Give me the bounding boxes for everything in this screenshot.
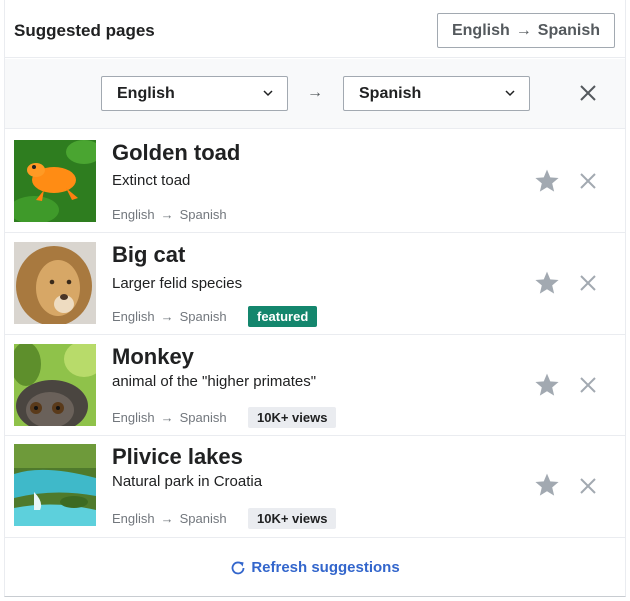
target-language-value: Spanish bbox=[359, 84, 422, 102]
language-pair-button[interactable]: English → Spanish bbox=[437, 13, 615, 48]
suggestion-card-monkey[interactable]: Monkey animal of the "higher primates" E… bbox=[5, 335, 625, 436]
star-icon[interactable] bbox=[534, 168, 560, 194]
source-language-label: English bbox=[112, 207, 155, 222]
language-pair-target: Spanish bbox=[537, 21, 600, 39]
suggestion-card-golden-toad[interactable]: Golden toad Extinct toad English → Spani… bbox=[5, 130, 625, 233]
arrow-icon: → bbox=[160, 309, 174, 324]
close-icon[interactable] bbox=[580, 377, 596, 393]
arrow-icon: → bbox=[515, 21, 532, 39]
suggestion-title: Big cat bbox=[112, 242, 186, 267]
source-language-label: English bbox=[112, 511, 155, 526]
target-language-label: Spanish bbox=[179, 207, 227, 222]
thumbnail-plivice-lakes bbox=[14, 444, 96, 526]
panel-footer: Refresh suggestions bbox=[5, 538, 625, 597]
thumbnail-monkey bbox=[14, 344, 96, 426]
views-badge: 10K+ views bbox=[248, 407, 337, 428]
arrow-icon: → bbox=[160, 511, 174, 526]
suggestion-languages: English → Spanish bbox=[112, 410, 227, 425]
arrow-icon: → bbox=[160, 410, 174, 425]
panel-header: Suggested pages English → Spanish bbox=[5, 0, 625, 58]
close-icon[interactable] bbox=[580, 275, 596, 291]
target-language-label: Spanish bbox=[179, 511, 227, 526]
star-icon[interactable] bbox=[534, 270, 560, 296]
source-language-label: English bbox=[112, 309, 155, 324]
thumbnail-big-cat bbox=[14, 242, 96, 324]
target-language-label: Spanish bbox=[179, 410, 227, 425]
chevron-down-icon bbox=[505, 90, 515, 97]
suggestion-title: Plivice lakes bbox=[112, 444, 243, 469]
source-language-value: English bbox=[117, 84, 175, 102]
arrow-icon: → bbox=[160, 207, 174, 222]
source-language-select[interactable]: English bbox=[101, 76, 288, 111]
target-language-select[interactable]: Spanish bbox=[343, 76, 530, 111]
suggestion-card-plivice-lakes[interactable]: Plivice lakes Natural park in Croatia En… bbox=[5, 436, 625, 538]
suggestion-description: Natural park in Croatia bbox=[112, 473, 263, 490]
suggestion-card-big-cat[interactable]: Big cat Larger felid species English → S… bbox=[5, 233, 625, 335]
suggestion-description: Extinct toad bbox=[112, 172, 191, 189]
refresh-suggestions-button[interactable]: Refresh suggestions bbox=[230, 559, 400, 576]
views-badge: 10K+ views bbox=[248, 508, 337, 529]
close-icon[interactable] bbox=[580, 478, 596, 494]
target-language-label: Spanish bbox=[179, 309, 227, 324]
star-icon[interactable] bbox=[534, 472, 560, 498]
suggestions-panel: Suggested pages English → Spanish Englis… bbox=[4, 0, 626, 597]
suggestion-title: Monkey bbox=[112, 344, 194, 369]
featured-badge: featured bbox=[248, 306, 318, 327]
chevron-down-icon bbox=[263, 90, 273, 97]
language-pair-source: English bbox=[451, 21, 510, 39]
suggestion-description: animal of the "higher primates" bbox=[112, 373, 317, 390]
language-filter-bar: English → Spanish bbox=[5, 59, 625, 129]
suggestion-title: Golden toad bbox=[112, 140, 241, 165]
suggestion-description: Larger felid species bbox=[112, 275, 243, 292]
refresh-suggestions-label: Refresh suggestions bbox=[251, 559, 400, 576]
suggestion-languages: English → Spanish bbox=[112, 309, 227, 324]
suggestion-languages: English → Spanish bbox=[112, 511, 227, 526]
close-icon[interactable] bbox=[580, 173, 596, 189]
thumbnail-golden-toad bbox=[14, 140, 96, 222]
arrow-icon: → bbox=[307, 84, 323, 101]
suggestion-languages: English → Spanish bbox=[112, 207, 227, 222]
close-icon[interactable] bbox=[579, 84, 597, 102]
panel-title: Suggested pages bbox=[14, 21, 155, 40]
source-language-label: English bbox=[112, 410, 155, 425]
refresh-icon bbox=[231, 561, 245, 574]
star-icon[interactable] bbox=[534, 372, 560, 398]
